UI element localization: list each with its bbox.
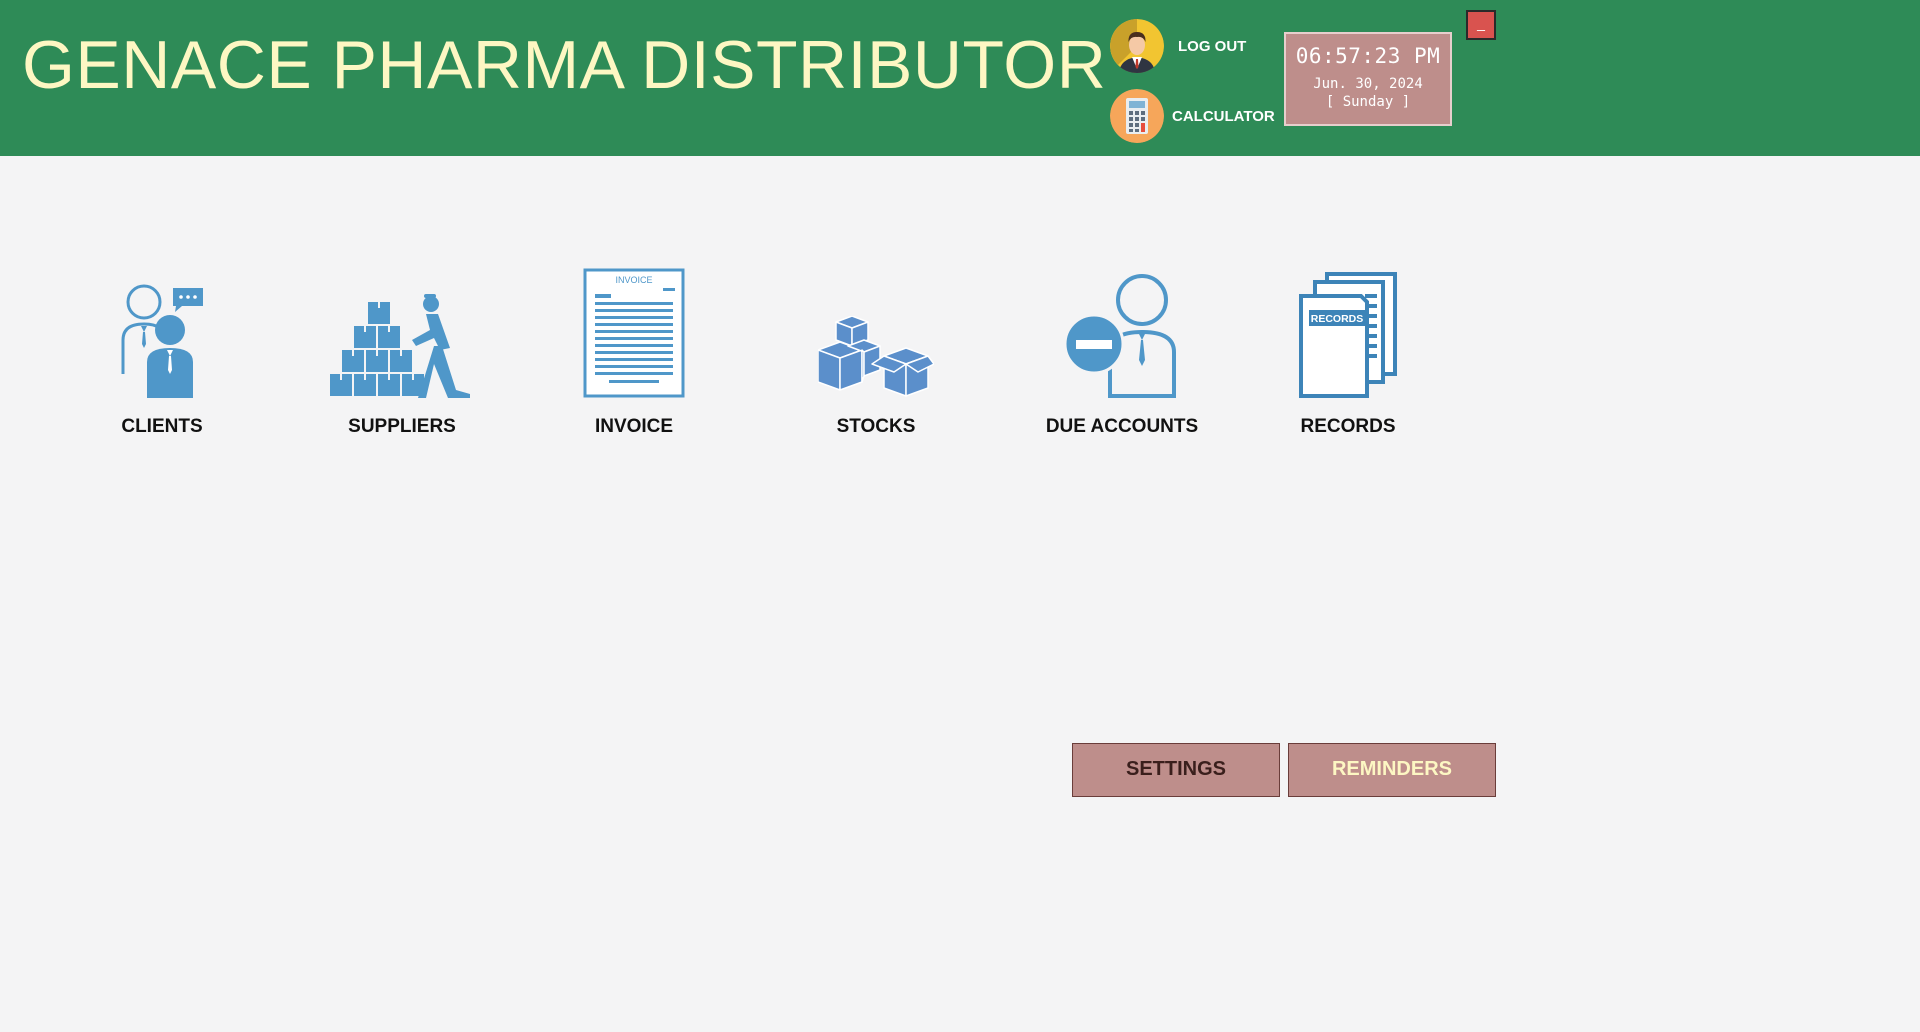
suppliers-icon <box>312 262 492 398</box>
module-invoice[interactable]: INVOICE INVOICE <box>572 262 696 438</box>
module-clients-label: CLIENTS <box>121 416 203 437</box>
module-records[interactable]: RECORDS RECORDS <box>1288 262 1408 438</box>
clients-icon <box>112 262 212 398</box>
due-accounts-icon <box>1042 262 1202 398</box>
module-suppliers[interactable]: SUPPLIERS <box>312 262 492 438</box>
clock-time: 06:57:23 PM <box>1295 44 1441 68</box>
module-clients[interactable]: CLIENTS <box>112 262 212 438</box>
settings-button[interactable]: SETTINGS <box>1072 743 1280 797</box>
invoice-icon: INVOICE <box>572 262 696 398</box>
minimize-button[interactable]: _ <box>1466 10 1496 40</box>
app-title: GENACE PHARMA DISTRIBUTOR <box>22 27 1107 103</box>
clock-date: Jun. 30, 2024 <box>1313 76 1423 92</box>
module-due-accounts[interactable]: DUE ACCOUNTS <box>1042 262 1202 438</box>
calculator-icon <box>1110 89 1164 143</box>
module-invoice-label: INVOICE <box>594 416 674 437</box>
invoice-icon-text: INVOICE <box>615 275 652 285</box>
module-due-accounts-label: DUE ACCOUNTS <box>1045 416 1199 437</box>
clock-panel: 06:57:23 PM Jun. 30, 2024 [ Sunday ] <box>1284 32 1452 126</box>
records-icon-text: RECORDS <box>1311 313 1364 325</box>
calculator-button[interactable]: CALCULATOR <box>1110 89 1275 143</box>
clock-day: [ Sunday ] <box>1325 94 1411 110</box>
module-records-label: RECORDS <box>1300 416 1396 437</box>
module-suppliers-label: SUPPLIERS <box>348 416 456 437</box>
module-stocks[interactable]: STOCKS <box>816 262 936 438</box>
records-icon: RECORDS <box>1288 262 1408 398</box>
user-avatar-icon <box>1110 19 1164 73</box>
module-stocks-label: STOCKS <box>836 416 916 437</box>
stocks-icon <box>816 262 936 398</box>
logout-button[interactable]: LOG OUT <box>1110 19 1246 73</box>
logout-label: LOG OUT <box>1178 37 1247 55</box>
app-header: GENACE PHARMA DISTRIBUTOR LOG OUT CALCUL… <box>0 0 1920 156</box>
reminders-button[interactable]: REMINDERS <box>1288 743 1496 797</box>
calculator-label: CALCULATOR <box>1172 107 1275 125</box>
